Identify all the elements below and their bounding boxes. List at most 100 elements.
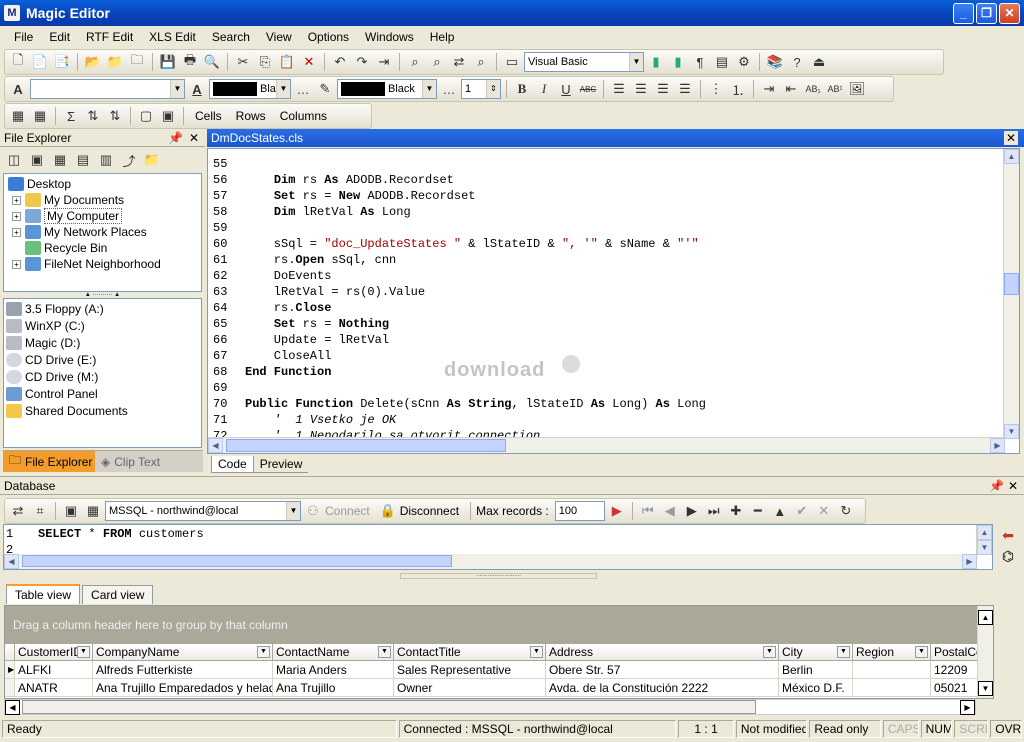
find-next-icon[interactable]: ⌕ (427, 52, 447, 72)
splitter-handle[interactable]: ··························· (400, 573, 597, 579)
numbering-icon[interactable]: ⒈ (728, 79, 748, 99)
table-cell[interactable]: 05021 (931, 679, 981, 697)
bold-icon[interactable]: B (512, 79, 532, 99)
code-line[interactable]: 67 CloseAll (213, 348, 993, 364)
sort-descending-icon[interactable]: ⇅ (105, 106, 125, 126)
delete-icon[interactable]: ✕ (299, 52, 319, 72)
spacing-spinner[interactable]: 1 ⇕ (461, 79, 501, 99)
scroll-up-icon[interactable]: ▲ (977, 525, 992, 540)
help-icon[interactable]: ? (787, 52, 807, 72)
post-record-icon[interactable]: ✔ (792, 501, 812, 521)
row-indicator[interactable] (5, 679, 15, 697)
highlight-icon[interactable]: ✎ (315, 79, 335, 99)
table-cell[interactable]: Ana Trujillo (273, 679, 394, 697)
drive-item[interactable]: CD Drive (E:) (6, 352, 199, 368)
paste-icon[interactable]: 📋 (277, 52, 297, 72)
code-line[interactable]: 66 Update = lRetVal (213, 332, 993, 348)
find-in-files-icon[interactable]: ⌕ (471, 52, 491, 72)
table-cell[interactable]: Berlin (779, 661, 853, 679)
tab-preview[interactable]: Preview (253, 456, 309, 473)
code-text[interactable]: 55 56 Dim rs As ADODB.Recordset 57 Set rs… (213, 156, 993, 444)
table-cell[interactable]: Sales Representative (394, 661, 546, 679)
document-options-icon[interactable]: ▤ (712, 52, 732, 72)
strikethrough-icon[interactable]: ABC (578, 79, 598, 99)
up-folder-icon[interactable]: ⤴ (119, 150, 139, 170)
column-header[interactable]: ContactName ▼ (273, 644, 394, 661)
fore-color-select[interactable]: Black ▼ (209, 79, 291, 99)
cut-icon[interactable]: ✂ (233, 52, 253, 72)
books-icon[interactable]: 📚 (765, 52, 785, 72)
small-icons-icon[interactable]: ▦ (50, 150, 70, 170)
prev-record-icon[interactable]: ◀ (660, 501, 680, 521)
table-cell[interactable]: Owner (394, 679, 546, 697)
sum-icon[interactable]: Σ (61, 106, 81, 126)
scroll-down-icon[interactable]: ▼ (1004, 424, 1019, 439)
pin-icon[interactable]: 📌 (989, 479, 1004, 493)
menu-file[interactable]: File (6, 30, 41, 44)
drive-item[interactable]: Control Panel (6, 386, 199, 402)
column-header[interactable]: PostalCode (931, 644, 981, 661)
properties-icon[interactable]: ⚙ (734, 52, 754, 72)
paragraph-icon[interactable]: ¶ (690, 52, 710, 72)
scroll-thumb[interactable] (22, 555, 452, 567)
code-editor[interactable]: 55 56 Dim rs As ADODB.Recordset 57 Set rs… (207, 148, 1020, 454)
rows-menu[interactable]: Rows (230, 109, 272, 123)
template-icon[interactable]: 📑 (52, 52, 72, 72)
replace-icon[interactable]: ⇄ (449, 52, 469, 72)
menu-help[interactable]: Help (422, 30, 463, 44)
restore-button[interactable]: ❐ (976, 3, 997, 24)
filter-dropdown-icon[interactable]: ▼ (77, 646, 90, 658)
font-icon[interactable]: A (8, 79, 28, 99)
connection-select[interactable]: MSSQL - northwind@local ▼ (105, 501, 301, 521)
bookmark-next-icon[interactable]: ▮ (668, 52, 688, 72)
scroll-right-icon[interactable]: ▶ (990, 438, 1005, 453)
table-cell[interactable]: Obere Str. 57 (546, 661, 779, 679)
scroll-left-icon[interactable]: ◀ (4, 554, 19, 569)
cancel-record-icon[interactable]: ✕ (814, 501, 834, 521)
table-row[interactable]: ANATR Ana Trujillo Emparedados y helados A… (5, 679, 993, 697)
scroll-thumb[interactable] (226, 439, 506, 452)
drive-item[interactable]: WinXP (C:) (6, 318, 199, 334)
menu-xls-edit[interactable]: XLS Edit (141, 30, 204, 44)
execute-icon[interactable]: ▶ (607, 501, 627, 521)
more-colors-icon[interactable]: … (439, 79, 459, 99)
language-select[interactable]: Visual Basic ▼ (524, 52, 644, 72)
tab-code[interactable]: Code (211, 456, 254, 473)
horizontal-scrollbar[interactable]: ◀ ▶ (4, 554, 977, 569)
menu-view[interactable]: View (258, 30, 300, 44)
scroll-left-icon[interactable]: ◀ (5, 700, 20, 715)
connect-wizard-icon[interactable]: ⇄ (8, 501, 28, 521)
table-cell[interactable]: ALFKI (15, 661, 93, 679)
last-record-icon[interactable]: ⏭ (704, 501, 724, 521)
cell-style-icon[interactable]: ▣ (158, 106, 178, 126)
find-icon[interactable]: ⌕ (405, 52, 425, 72)
table-cell[interactable] (853, 661, 931, 679)
sql-builder-icon[interactable]: ▣ (61, 501, 81, 521)
list-view-icon[interactable]: ▤ (73, 150, 93, 170)
sql-editor[interactable]: 1 SELECT * FROM customers 2 ▲ ▼ ◀ ▶ (3, 524, 993, 570)
close-icon[interactable]: ✕ (189, 131, 199, 145)
table-cell[interactable]: Ana Trujillo Emparedados y helados (93, 679, 273, 697)
filter-dropdown-icon[interactable]: ▼ (763, 646, 776, 658)
insert-table-icon[interactable]: ▦ (8, 106, 28, 126)
close-icon[interactable]: ✕ (1004, 131, 1018, 145)
filter-dropdown-icon[interactable]: ▼ (915, 646, 928, 658)
large-icons-icon[interactable]: ▣ (27, 150, 47, 170)
save-icon[interactable]: 💾 (158, 52, 178, 72)
insert-picture-icon[interactable]: 🖼 (847, 79, 867, 99)
details-view-icon[interactable]: ▥ (96, 150, 116, 170)
drive-item[interactable]: Magic (D:) (6, 335, 199, 351)
close-button[interactable]: ✕ (999, 3, 1020, 24)
tree-item-filenet[interactable]: + FileNet Neighborhood (8, 256, 197, 272)
column-header[interactable]: CustomerID ▼ (15, 644, 93, 661)
tab-clip-text[interactable]: ◈ Clip Text (95, 451, 175, 472)
group-by-area[interactable]: Drag a column header here to group by th… (5, 606, 993, 644)
italic-icon[interactable]: I (534, 79, 554, 99)
close-icon[interactable]: ✕ (1008, 479, 1018, 493)
scroll-right-icon[interactable]: ▶ (960, 700, 975, 715)
outdent-icon[interactable]: ⇤ (781, 79, 801, 99)
underline-icon[interactable]: U (556, 79, 576, 99)
menu-options[interactable]: Options (300, 30, 357, 44)
code-line[interactable]: 68 End Function (213, 364, 993, 380)
open-folder-icon[interactable]: 📂 (83, 52, 103, 72)
